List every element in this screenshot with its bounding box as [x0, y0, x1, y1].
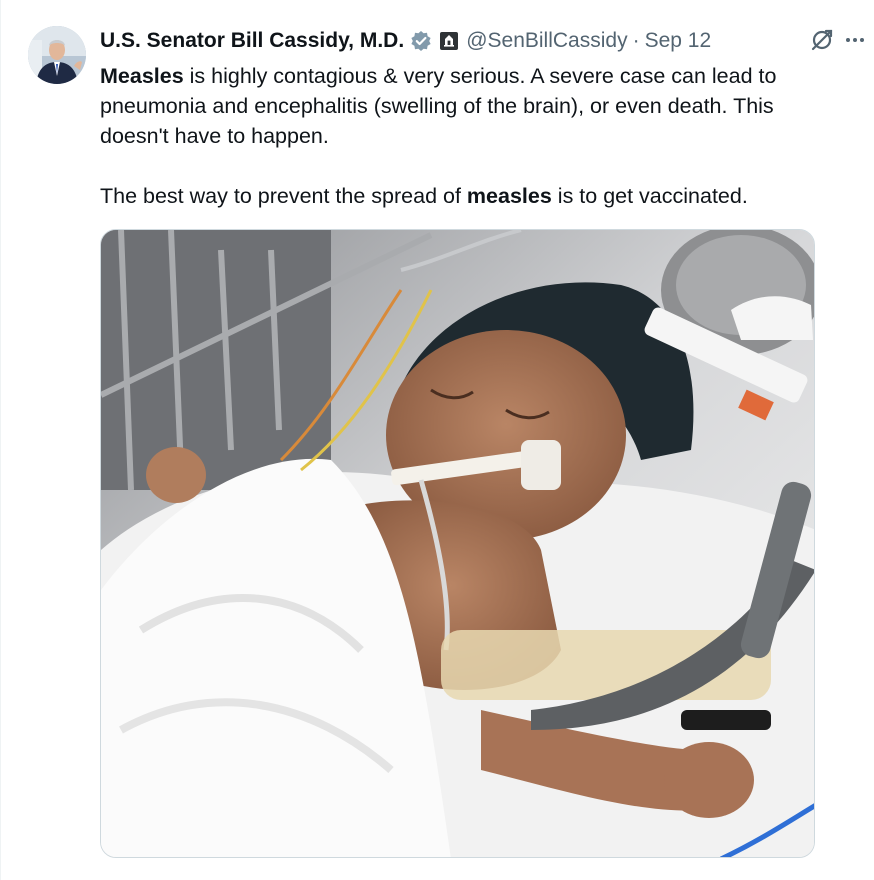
tweet-date[interactable]: Sep 12 — [645, 29, 712, 53]
government-label-icon — [440, 32, 459, 50]
paragraph-text: The best way to prevent the spread of — [100, 184, 467, 208]
tweet-photo[interactable] — [100, 229, 815, 858]
author-name[interactable]: U.S. Senator Bill Cassidy, M.D. — [100, 29, 404, 53]
left-divider — [0, 0, 1, 880]
bold-keyword: measles — [466, 184, 552, 208]
tweet-text: Measles is highly contagious & very seri… — [100, 61, 840, 211]
more-dot — [853, 38, 857, 42]
bold-keyword: Measles — [100, 64, 184, 88]
separator-dot: · — [632, 29, 640, 52]
more-dot — [846, 38, 850, 42]
paragraph-text: is highly contagious & very serious. A s… — [100, 64, 777, 148]
author-handle[interactable]: @SenBillCassidy — [466, 29, 627, 53]
verified-badge-icon — [410, 30, 432, 52]
more-options-icon[interactable] — [846, 38, 864, 42]
tweet-card: U.S. Senator Bill Cassidy, M.D. @SenBill… — [0, 0, 874, 880]
tweet-paragraph-1: Measles is highly contagious & very seri… — [100, 61, 840, 151]
avatar[interactable] — [28, 26, 86, 84]
more-dot — [860, 38, 864, 42]
paragraph-text: is to get vaccinated. — [551, 184, 748, 208]
tweet-paragraph-2: The best way to prevent the spread of me… — [100, 181, 840, 211]
tweet-header: U.S. Senator Bill Cassidy, M.D. @SenBill… — [100, 26, 711, 56]
grok-icon[interactable] — [810, 28, 834, 57]
